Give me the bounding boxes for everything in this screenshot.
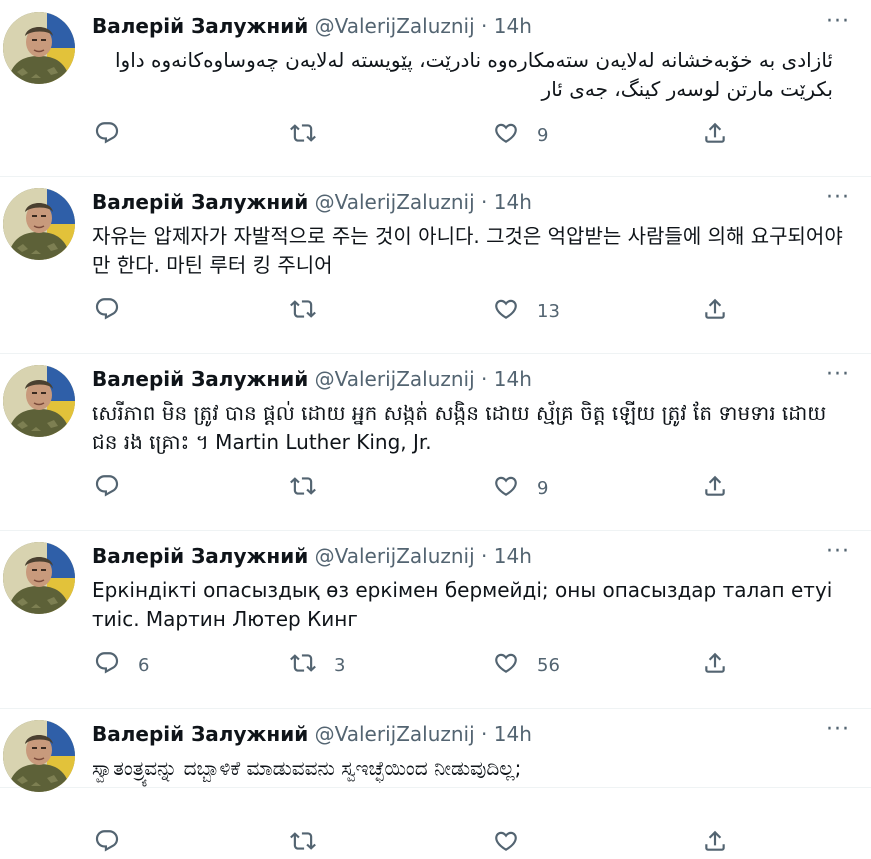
tweet-time[interactable]: · 14h xyxy=(481,190,532,214)
heart-icon xyxy=(493,120,519,151)
tweet-text: សេរីភាព មិន ត្រូវ បាន ផ្តល់ ដោយ អ្នក សង្… xyxy=(92,401,827,454)
more-dots-icon[interactable]: ··· xyxy=(823,187,853,212)
avatar[interactable] xyxy=(3,365,75,437)
tweet-time[interactable]: · 14h xyxy=(481,367,532,391)
avatar[interactable] xyxy=(3,12,75,84)
author-name[interactable]: Валерій Залужний xyxy=(92,190,308,214)
share-icon xyxy=(702,650,728,681)
tweet-text: 자유는 압제자가 자발적으로 주는 것이 아니다. 그것은 억압받는 사람들에 … xyxy=(92,224,843,277)
retweet-button[interactable] xyxy=(290,120,334,150)
reply-button[interactable] xyxy=(94,828,138,858)
author-handle[interactable]: @ValerijZaluznij xyxy=(315,544,475,568)
heart-icon xyxy=(493,473,519,504)
reply-button[interactable] xyxy=(94,473,138,503)
retweet-icon xyxy=(290,650,316,681)
heart-icon xyxy=(493,650,519,681)
author-handle[interactable]: @ValerijZaluznij xyxy=(315,190,475,214)
tweet-actions xyxy=(0,828,871,858)
like-button[interactable]: 9 xyxy=(493,120,548,150)
tweet-actions: 9 xyxy=(0,120,871,150)
more-dots-icon[interactable]: ··· xyxy=(823,719,853,744)
reply-icon xyxy=(94,650,120,681)
share-icon xyxy=(702,120,728,151)
retweet-button[interactable]: 3 xyxy=(290,650,345,680)
more-dots-icon[interactable]: ··· xyxy=(823,11,853,36)
reply-count: 6 xyxy=(138,654,150,676)
share-icon xyxy=(702,828,728,859)
author-name[interactable]: Валерій Залужний xyxy=(92,367,308,391)
reply-icon xyxy=(94,473,120,504)
avatar[interactable] xyxy=(3,720,75,792)
reply-icon xyxy=(94,120,120,151)
tweet-time[interactable]: · 14h xyxy=(481,14,532,38)
like-button[interactable]: 13 xyxy=(493,296,560,326)
avatar[interactable] xyxy=(3,188,75,260)
tweet-time[interactable]: · 14h xyxy=(481,722,532,746)
like-count: 56 xyxy=(537,654,560,676)
avatar[interactable] xyxy=(3,542,75,614)
like-button[interactable] xyxy=(493,828,537,858)
retweet-icon xyxy=(290,473,316,504)
retweet-button[interactable] xyxy=(290,828,334,858)
tweet-text: ئازادی بە خۆبەخشانە لەلایەن ستەمکارەوە ن… xyxy=(115,48,833,101)
tweet[interactable]: Валерій Залужний @ValerijZaluznij · 14h … xyxy=(0,0,871,177)
tweet-header: Валерій Залужний @ValerijZaluznij · 14h xyxy=(92,367,532,391)
tweet-header: Валерій Залужний @ValerijZaluznij · 14h xyxy=(92,544,532,568)
heart-icon xyxy=(493,296,519,327)
tweet-header: Валерій Залужний @ValerijZaluznij · 14h xyxy=(92,190,532,214)
more-dots-icon[interactable]: ··· xyxy=(823,364,853,389)
tweet-header: Валерій Залужний @ValerijZaluznij · 14h xyxy=(92,14,532,38)
heart-icon xyxy=(493,828,519,859)
retweet-icon xyxy=(290,120,316,151)
reply-button[interactable] xyxy=(94,120,138,150)
reply-button[interactable]: 6 xyxy=(94,650,149,680)
share-button[interactable] xyxy=(702,828,728,858)
like-count: 9 xyxy=(537,477,549,499)
tweet[interactable]: Валерій Залужний @ValerijZaluznij · 14h … xyxy=(0,530,871,709)
tweet-actions: 6 3 56 xyxy=(0,650,871,680)
tweet-text: Еркіндікті опасыздық өз еркімен бермейді… xyxy=(92,578,833,631)
share-icon xyxy=(702,296,728,327)
retweet-button[interactable] xyxy=(290,296,334,326)
share-button[interactable] xyxy=(702,120,728,150)
tweet-text: ಸ್ವಾತಂತ್ರ್ಯವನ್ನು ದಬ್ಬಾಳಿಕೆ ಮಾಡುವವನು ಸ್ವಇ… xyxy=(92,756,522,780)
reply-icon xyxy=(94,828,120,859)
tweet-time[interactable]: · 14h xyxy=(481,544,532,568)
share-button[interactable] xyxy=(702,296,728,326)
like-count: 9 xyxy=(537,124,549,146)
like-count: 13 xyxy=(537,300,560,322)
author-name[interactable]: Валерій Залужний xyxy=(92,722,308,746)
like-button[interactable]: 9 xyxy=(493,473,548,503)
tweet[interactable]: Валерій Залужний @ValerijZaluznij · 14h … xyxy=(0,708,871,852)
reply-icon xyxy=(94,296,120,327)
like-button[interactable]: 56 xyxy=(493,650,560,680)
retweet-button[interactable] xyxy=(290,473,334,503)
share-icon xyxy=(702,473,728,504)
more-dots-icon[interactable]: ··· xyxy=(823,541,853,566)
author-name[interactable]: Валерій Залужний xyxy=(92,544,308,568)
share-button[interactable] xyxy=(702,650,728,680)
author-handle[interactable]: @ValerijZaluznij xyxy=(315,367,475,391)
retweet-icon xyxy=(290,296,316,327)
share-button[interactable] xyxy=(702,473,728,503)
author-handle[interactable]: @ValerijZaluznij xyxy=(315,14,475,38)
author-name[interactable]: Валерій Залужний xyxy=(92,14,308,38)
retweet-count: 3 xyxy=(334,654,346,676)
tweet-actions: 9 xyxy=(0,473,871,503)
tweet-header: Валерій Залужний @ValerijZaluznij · 14h xyxy=(92,722,532,746)
tweet-actions: 13 xyxy=(0,296,871,326)
retweet-icon xyxy=(290,828,316,859)
tweet[interactable]: Валерій Залужний @ValerijZaluznij · 14h … xyxy=(0,176,871,354)
author-handle[interactable]: @ValerijZaluznij xyxy=(315,722,475,746)
reply-button[interactable] xyxy=(94,296,138,326)
tweet[interactable]: Валерій Залужний @ValerijZaluznij · 14h … xyxy=(0,353,871,531)
